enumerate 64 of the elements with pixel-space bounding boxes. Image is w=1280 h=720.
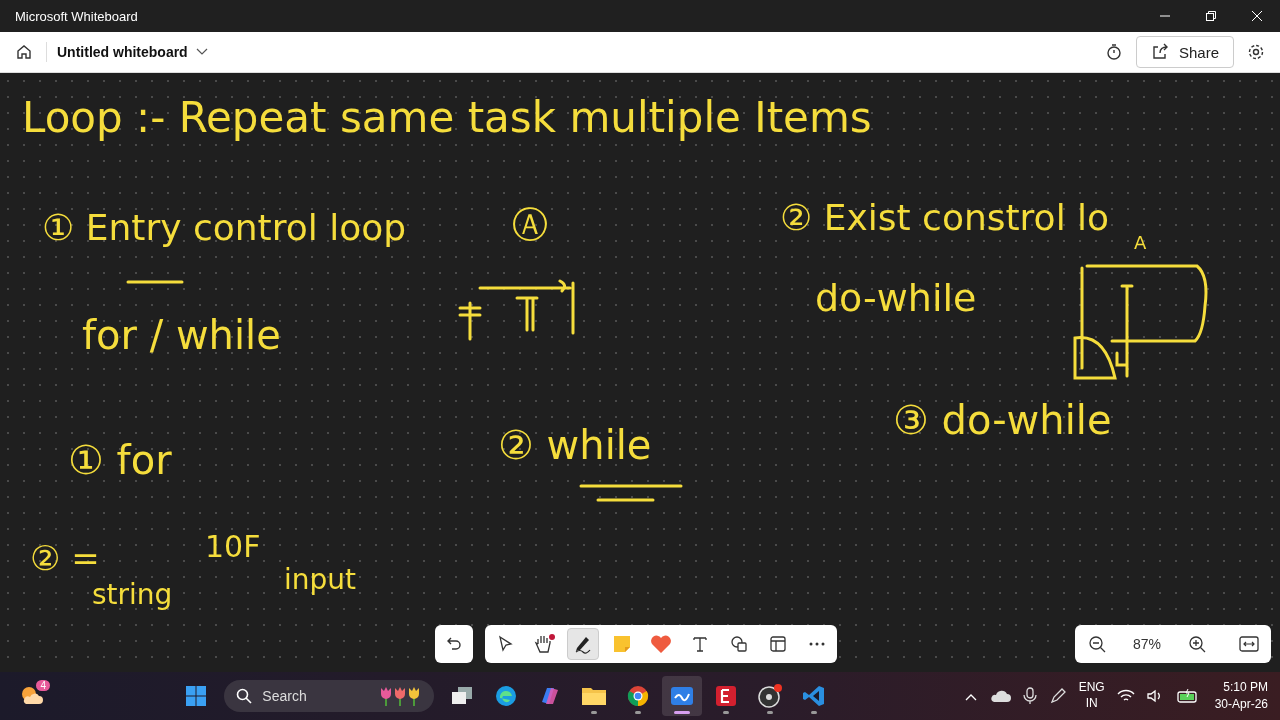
- handwritten-note: ① Entry control loop: [42, 208, 407, 248]
- template-icon: [769, 635, 787, 653]
- handwritten-note: ② =: [30, 540, 100, 578]
- whiteboard-app-button[interactable]: [662, 676, 703, 716]
- undo-icon: [445, 635, 463, 653]
- browser-icon: [494, 684, 519, 708]
- handwritten-note: ② Exist constrol lo: [780, 198, 1110, 238]
- search-icon: [236, 688, 253, 704]
- share-icon: [1150, 43, 1169, 61]
- window-title: Microsoft Whiteboard: [15, 8, 138, 24]
- zoom-out-icon: [1088, 635, 1106, 653]
- whiteboard-canvas[interactable]: Loop :- Repeat same task multiple Items ① Entry control loop Ⓐ ② Exist constrol lo for / while do-while A ① for ② while ③ do-while ② = string 10F input 87%: [0, 73, 1280, 672]
- handwritten-note: 10F: [205, 530, 261, 563]
- search-bar[interactable]: Search: [224, 680, 435, 712]
- board-title-button[interactable]: Untitled whiteboard: [53, 40, 212, 64]
- recorder-icon: [757, 684, 784, 708]
- windows-logo-icon: [185, 685, 208, 707]
- handwritten-note: do-while: [815, 278, 977, 320]
- share-button[interactable]: Share: [1135, 36, 1234, 68]
- handwritten-note: ② while: [498, 423, 652, 467]
- handwritten-note: ③ do-while: [893, 398, 1112, 442]
- handwritten-note: string: [92, 580, 173, 611]
- zoom-level: 87%: [1133, 636, 1161, 652]
- restore-icon: [1205, 10, 1217, 22]
- notification-badge: 4: [36, 679, 50, 691]
- clock[interactable]: 5:10 PM 30-Apr-26: [1210, 679, 1272, 713]
- microphone-icon[interactable]: [1022, 687, 1037, 705]
- handwritten-note: for / while: [82, 313, 281, 357]
- language-indicator[interactable]: ENG IN: [1078, 680, 1105, 712]
- search-input[interactable]: Search: [260, 687, 371, 705]
- settings-icon: [1247, 43, 1265, 61]
- stopwatch-icon: [1104, 43, 1123, 61]
- handwritten-note: ① for: [68, 438, 172, 482]
- whiteboard-icon: [670, 685, 695, 707]
- heart-icon: [650, 634, 672, 654]
- close-icon: [1251, 10, 1263, 22]
- pointer-icon: [496, 635, 514, 653]
- zoom-in-icon: [1188, 635, 1206, 653]
- sticky-note-icon: [612, 634, 632, 654]
- undo-button[interactable]: [435, 625, 473, 663]
- more-icon: [808, 642, 826, 646]
- underline-stroke: [125, 278, 185, 286]
- handwritten-note: input: [284, 565, 357, 596]
- chevron-down-icon: [195, 48, 208, 56]
- text-icon: [691, 635, 709, 653]
- handwritten-note: A: [1134, 233, 1147, 253]
- fit-width-icon: [1239, 636, 1259, 652]
- windows-stack-icon: [450, 685, 475, 707]
- app-icon: [714, 684, 739, 708]
- home-icon: [15, 43, 33, 61]
- pen-icon[interactable]: [1048, 687, 1067, 705]
- folder-icon: [581, 685, 608, 707]
- handwritten-note: Loop :- Repeat same task multiple Items: [22, 95, 872, 142]
- battery-charging-icon[interactable]: [1176, 689, 1199, 703]
- handwritten-note: Ⓐ: [512, 205, 548, 245]
- code-editor-icon: [802, 684, 827, 708]
- pen-tool[interactable]: [567, 628, 599, 660]
- wifi-icon[interactable]: [1116, 689, 1135, 703]
- hand-icon: [533, 634, 555, 654]
- shapes-icon: [730, 635, 748, 653]
- cloud-icon[interactable]: [988, 689, 1011, 703]
- pen-icon: [573, 634, 593, 654]
- browser-icon: [626, 684, 651, 708]
- chevron-up-icon: [964, 692, 977, 701]
